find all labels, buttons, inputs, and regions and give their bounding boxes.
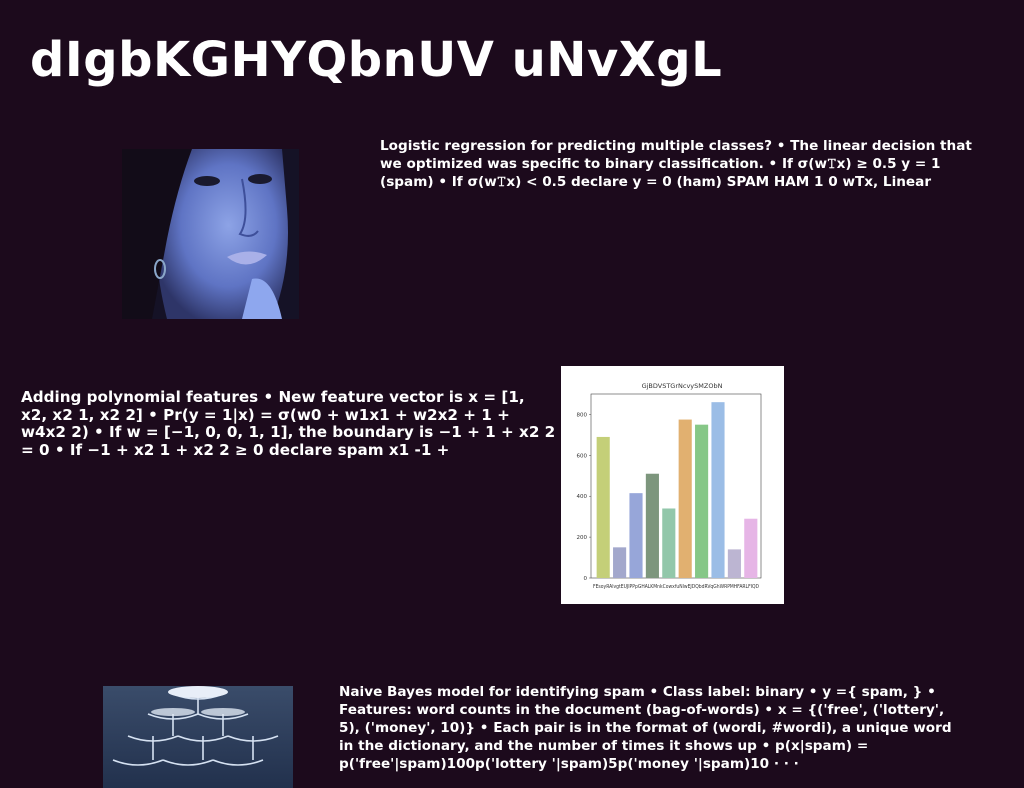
bar bbox=[662, 508, 676, 578]
bar bbox=[727, 549, 741, 578]
bar bbox=[613, 547, 627, 578]
naive-bayes-text: Naive Bayes model for identifying spam •… bbox=[339, 684, 952, 772]
y-tick-label: 400 bbox=[577, 494, 588, 500]
woman-portrait-image bbox=[122, 149, 299, 319]
bar bbox=[645, 473, 659, 578]
bar bbox=[695, 424, 709, 578]
bar-chart: GjBDVSTGrNcvySMZObN 0 200 400 600 800 FEsoyRA… bbox=[561, 366, 784, 604]
x-tick-labels: FEsoyRAlvgtEUJIPPpGHALKMnkCowxfuNlwEJDQb… bbox=[593, 584, 759, 590]
bar bbox=[711, 402, 725, 578]
bar bbox=[596, 436, 610, 578]
logistic-regression-text: Logistic regression for predicting multi… bbox=[380, 138, 972, 190]
bar bbox=[629, 493, 643, 578]
y-tick-label: 200 bbox=[577, 535, 588, 541]
y-tick-label: 0 bbox=[584, 576, 588, 582]
chart-title: GjBDVSTGrNcvySMZObN bbox=[642, 382, 723, 390]
champagne-tower-image bbox=[103, 686, 293, 788]
bar bbox=[744, 518, 758, 578]
y-tick-label: 600 bbox=[577, 453, 588, 459]
page-title: dIgbKGHYQbnUV uNvXgL bbox=[30, 32, 723, 88]
y-tick-label: 800 bbox=[577, 412, 588, 418]
polynomial-features-text: Adding polynomial features • New feature… bbox=[21, 388, 556, 459]
bar bbox=[678, 419, 692, 578]
